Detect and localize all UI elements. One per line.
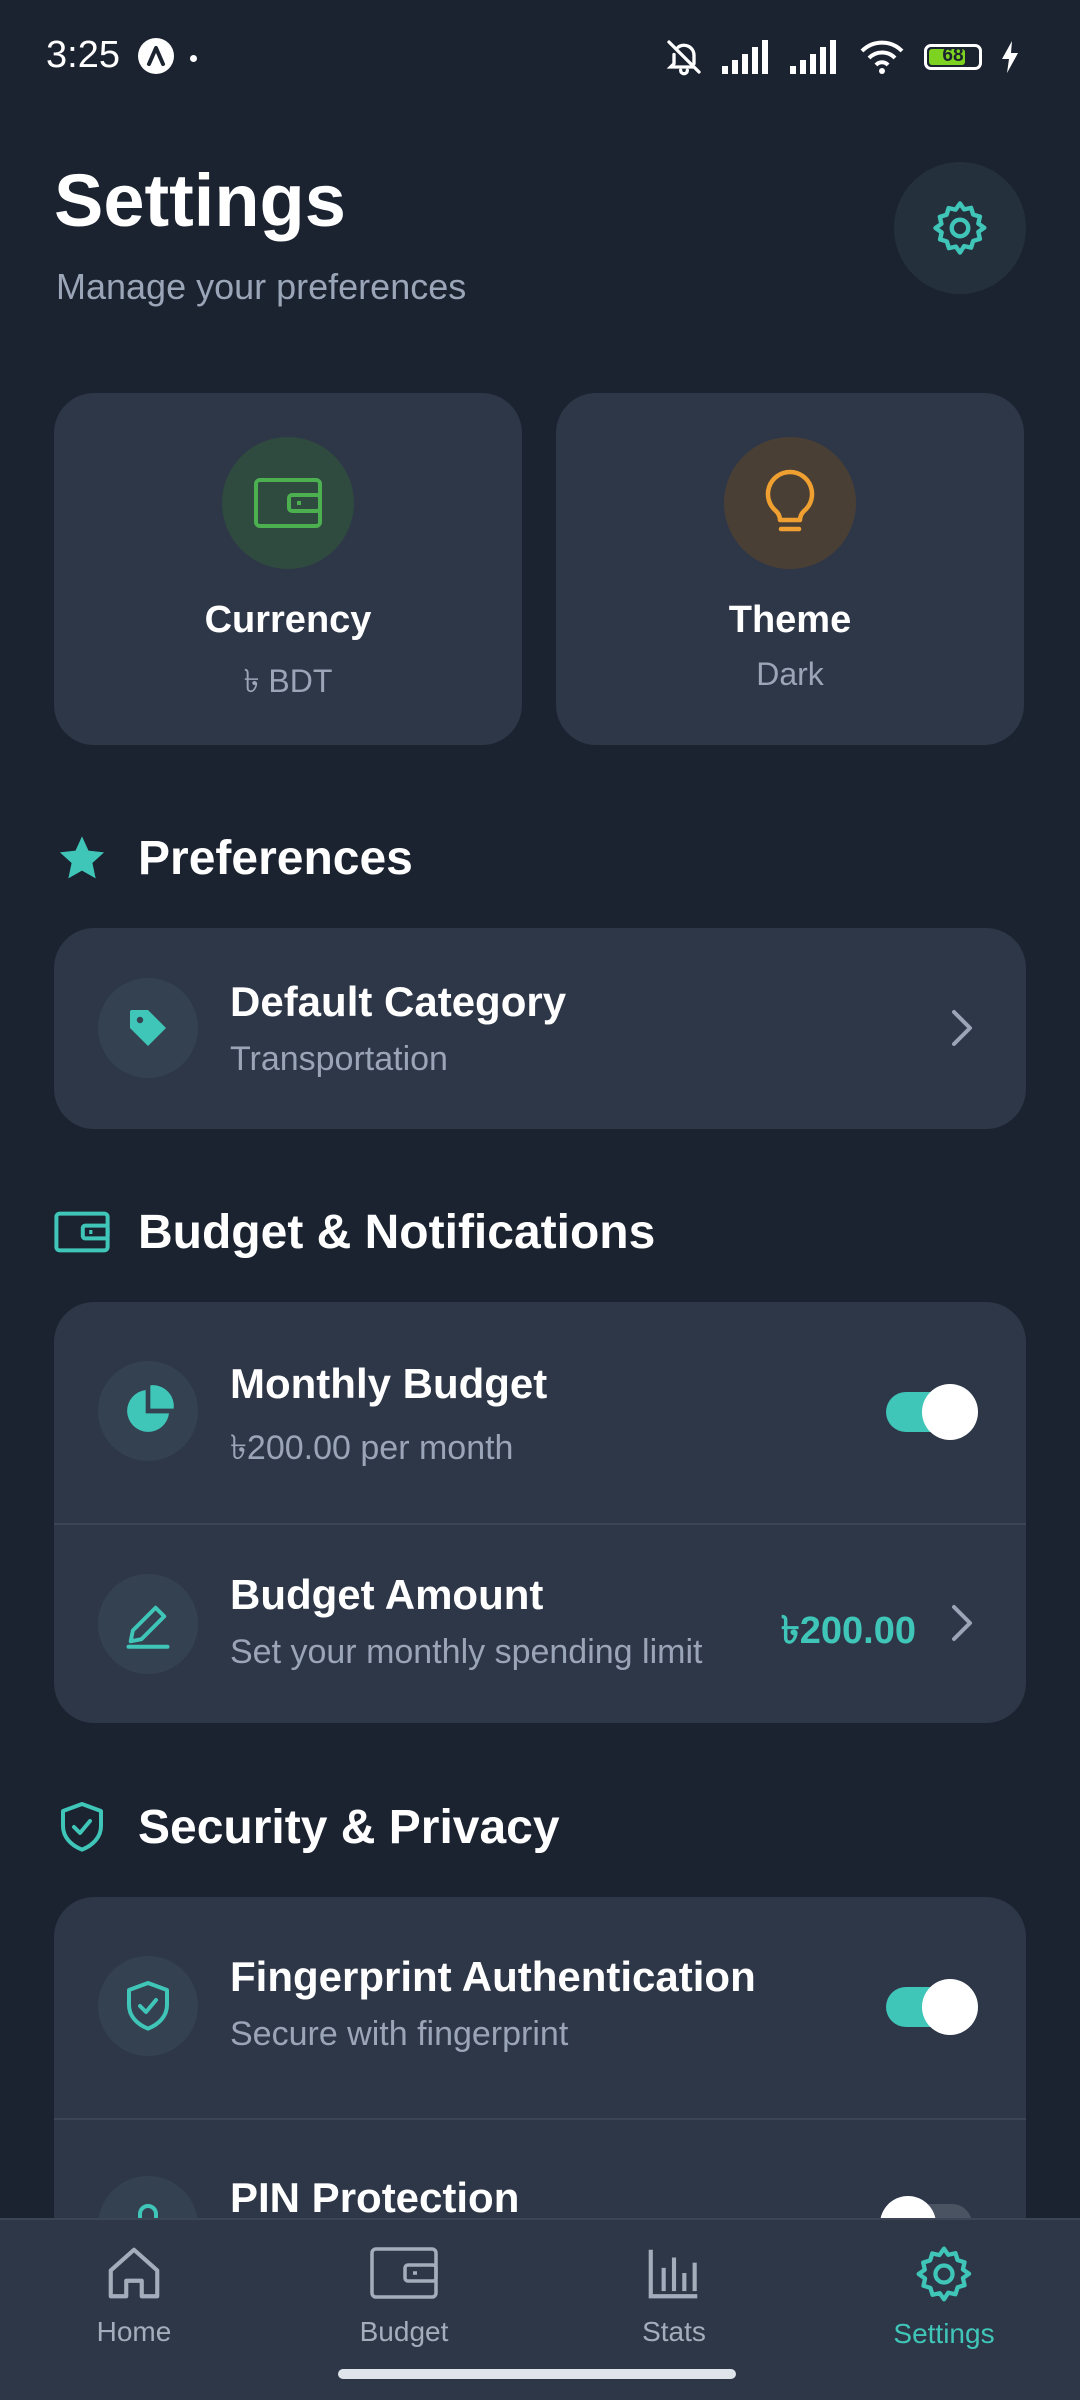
- section-header-preferences: Preferences: [54, 828, 413, 888]
- chevron-right-icon: [952, 1010, 972, 1046]
- section-title: Budget & Notifications: [138, 1205, 656, 1259]
- nav-settings[interactable]: Settings: [844, 2242, 1044, 2350]
- status-bar: 3:25 68: [0, 0, 1080, 110]
- signal-icon: [790, 40, 836, 74]
- row-title: Budget Amount: [230, 1571, 544, 1618]
- section-header-security: Security & Privacy: [54, 1797, 560, 1857]
- toggle-knob: [922, 1384, 978, 1440]
- row-title: Default Category: [230, 978, 567, 1025]
- monthly-budget-text: Monthly Budget ৳200.00 per month: [230, 1360, 547, 1479]
- gear-icon: [933, 201, 987, 255]
- theme-icon-circle: [724, 437, 856, 569]
- wallet-icon: [54, 1204, 110, 1260]
- wallet-icon: [254, 478, 322, 528]
- wifi-icon: [860, 40, 904, 74]
- row-title: Monthly Budget: [230, 1360, 548, 1407]
- monthly-budget-row[interactable]: Monthly Budget ৳200.00 per month: [54, 1302, 1026, 1523]
- page-subtitle: Manage your preferences: [56, 266, 467, 307]
- nav-home[interactable]: Home: [34, 2242, 234, 2348]
- pencil-icon: [98, 1574, 198, 1674]
- budget-amount-row[interactable]: Budget Amount Set your monthly spending …: [54, 1525, 1026, 1723]
- row-subtitle: Transportation: [230, 1040, 448, 1078]
- currency-icon-circle: [222, 437, 354, 569]
- app-notification-icon: [138, 38, 174, 74]
- nav-label: Home: [96, 2316, 172, 2347]
- currency-tile[interactable]: Currency ৳ BDT: [54, 393, 522, 745]
- wallet-icon: [370, 2247, 438, 2299]
- settings-gear-button[interactable]: [894, 162, 1026, 294]
- fingerprint-text: Fingerprint Authentication Secure with f…: [230, 1953, 756, 2054]
- budget-amount-value: ৳200.00: [780, 1610, 916, 1652]
- chevron-right-icon: [952, 1605, 972, 1641]
- shield-check-icon: [54, 1799, 110, 1855]
- nav-label: Settings: [893, 2318, 995, 2349]
- monthly-budget-toggle[interactable]: [886, 1384, 978, 1440]
- tag-icon: [98, 978, 198, 1078]
- budget-card: Monthly Budget ৳200.00 per month Budget …: [54, 1302, 1026, 1723]
- row-subtitle: Set your monthly spending limit: [230, 1633, 703, 1671]
- pie-chart-icon: [98, 1361, 198, 1461]
- default-category-text: Default Category Transportation: [230, 978, 566, 1079]
- battery-icon: 68: [924, 44, 982, 70]
- bar-chart-icon: [648, 2249, 698, 2299]
- home-icon: [108, 2247, 160, 2299]
- theme-label: Theme: [728, 599, 852, 641]
- nav-budget[interactable]: Budget: [304, 2242, 504, 2348]
- fingerprint-row[interactable]: Fingerprint Authentication Secure with f…: [54, 1897, 1026, 2118]
- lightbulb-icon: [765, 469, 815, 532]
- pin-protection-text: PIN Protection: [230, 2174, 519, 2222]
- signal-icon: [722, 40, 768, 74]
- budget-amount-text: Budget Amount Set your monthly spending …: [230, 1571, 702, 1672]
- notification-dot: [190, 55, 197, 62]
- section-title: Security & Privacy: [138, 1800, 560, 1854]
- currency-value: ৳ BDT: [243, 663, 333, 699]
- currency-label: Currency: [204, 599, 372, 641]
- star-icon: [54, 830, 110, 886]
- row-title: Fingerprint Authentication: [230, 1953, 756, 2000]
- section-header-budget: Budget & Notifications: [54, 1202, 655, 1262]
- nav-label: Budget: [359, 2316, 449, 2347]
- row-subtitle: ৳200.00 per month: [230, 1429, 514, 1467]
- shield-check-icon: [98, 1956, 198, 2056]
- nav-stats[interactable]: Stats: [574, 2242, 774, 2348]
- row-title: PIN Protection: [230, 2174, 520, 2221]
- theme-value: Dark: [756, 656, 824, 692]
- gear-icon: [916, 2246, 972, 2302]
- status-icons: 68: [664, 32, 1020, 82]
- notifications-off-icon: [666, 40, 701, 76]
- fingerprint-toggle[interactable]: [886, 1979, 978, 2035]
- row-subtitle: Secure with fingerprint: [230, 2015, 569, 2053]
- section-title: Preferences: [138, 831, 413, 885]
- home-indicator[interactable]: [338, 2369, 736, 2379]
- default-category-row[interactable]: Default Category Transportation: [54, 928, 1026, 1129]
- page-title: Settings: [54, 159, 346, 242]
- preferences-card: Default Category Transportation: [54, 928, 1026, 1129]
- toggle-knob: [922, 1979, 978, 2035]
- theme-tile[interactable]: Theme Dark: [556, 393, 1024, 745]
- status-time: 3:25: [46, 34, 120, 76]
- battery-level: 68: [942, 45, 964, 66]
- charging-icon: [1002, 41, 1018, 73]
- nav-label: Stats: [642, 2316, 706, 2347]
